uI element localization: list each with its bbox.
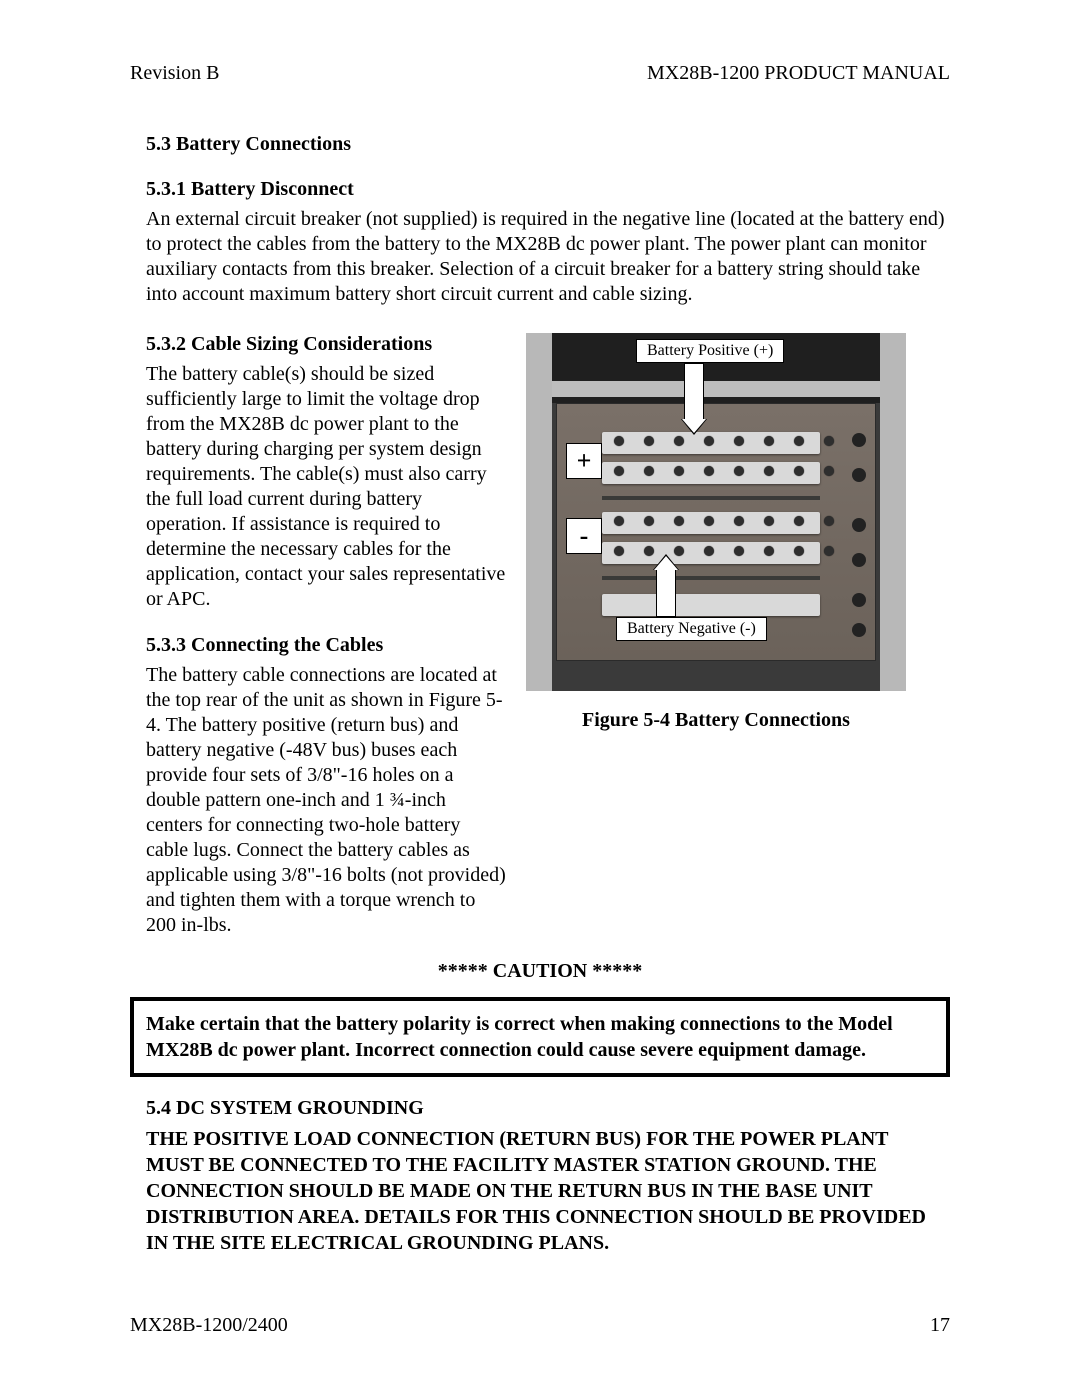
arrow-up-icon (656, 569, 676, 617)
heading-5-4: 5.4 DC SYSTEM GROUNDING (146, 1097, 950, 1120)
para-5-3-2: The battery cable(s) should be sized suf… (146, 362, 506, 612)
figure-5-4: + - Battery Positive (+) Battery Negativ… (526, 333, 906, 691)
footer-model: MX28B-1200/2400 (130, 1314, 288, 1337)
plus-icon: + (566, 443, 602, 479)
minus-icon: - (566, 518, 602, 554)
arrow-down-icon (684, 363, 704, 420)
label-battery-negative: Battery Negative (-) (616, 617, 767, 641)
page-number: 17 (930, 1314, 950, 1337)
para-5-3-1: An external circuit breaker (not supplie… (146, 207, 950, 307)
figure-caption: Figure 5-4 Battery Connections (526, 709, 906, 732)
heading-5-3-2: 5.3.2 Cable Sizing Considerations (146, 333, 506, 356)
header-product: MX28B-1200 PRODUCT MANUAL (647, 62, 950, 85)
heading-5-3: 5.3 Battery Connections (146, 133, 950, 156)
header-revision: Revision B (130, 62, 219, 85)
para-5-3-3: The battery cable connections are locate… (146, 663, 506, 938)
heading-5-3-1: 5.3.1 Battery Disconnect (146, 178, 950, 201)
heading-5-3-3: 5.3.3 Connecting the Cables (146, 634, 506, 657)
caution-heading: ***** CAUTION ***** (130, 960, 950, 983)
label-battery-positive: Battery Positive (+) (636, 339, 784, 363)
para-5-4: THE POSITIVE LOAD CONNECTION (RETURN BUS… (146, 1126, 950, 1256)
caution-box: Make certain that the battery polarity i… (130, 997, 950, 1077)
